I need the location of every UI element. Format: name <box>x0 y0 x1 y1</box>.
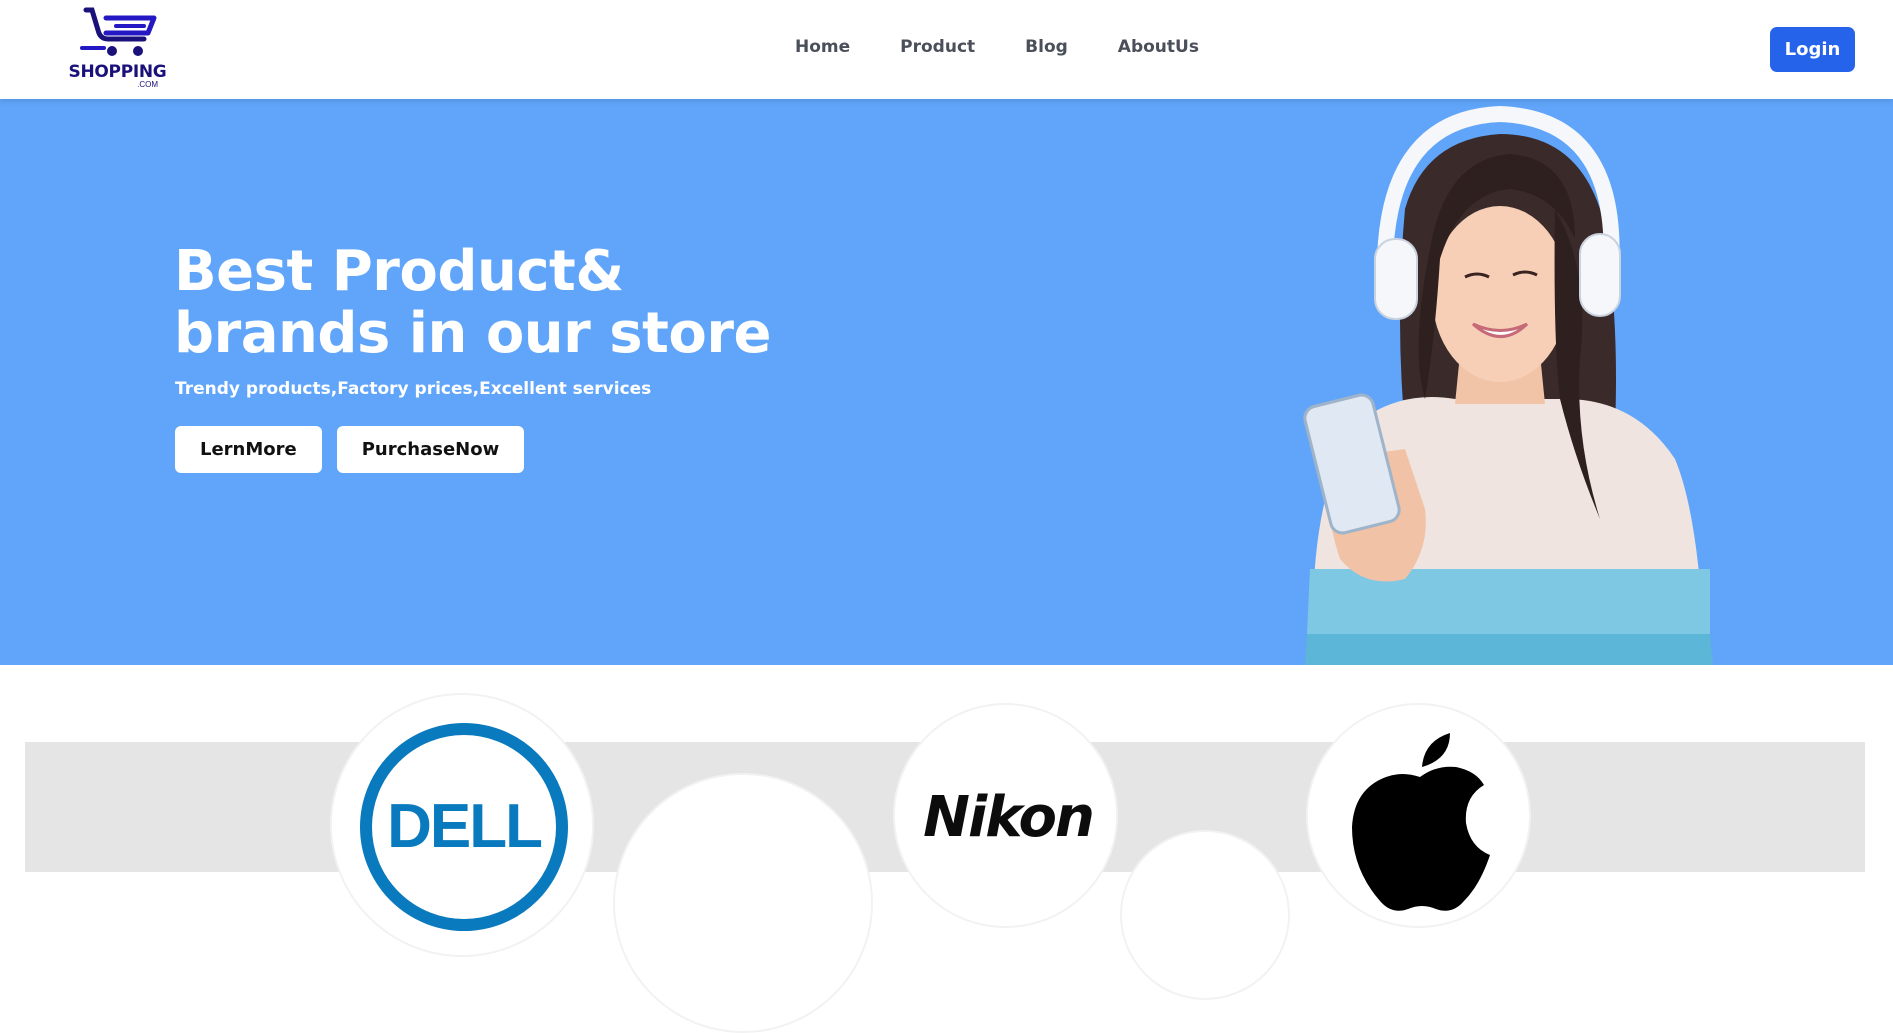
brand-placeholder[interactable] <box>1120 830 1290 1000</box>
logo-suffix: .COM <box>137 80 158 89</box>
dell-logo-icon: DELL <box>360 723 568 931</box>
hero-model-image <box>1303 105 1713 665</box>
hero-title-line-1: Best Product& <box>174 239 624 304</box>
brand-placeholder[interactable] <box>613 773 873 1033</box>
brand-dell[interactable]: DELL <box>330 693 594 957</box>
site-header: SHOPPING .COM Home Product Blog AboutUs … <box>0 0 1893 99</box>
nav-blog[interactable]: Blog <box>1025 37 1068 57</box>
purchase-now-button[interactable]: PurchaseNow <box>336 426 525 473</box>
hero-banner: Best Product& brands in our store Trendy… <box>0 99 1893 665</box>
main-nav: Home Product Blog AboutUs <box>795 37 1199 57</box>
brand-nikon[interactable]: Nikon <box>893 703 1118 928</box>
apple-logo-icon <box>1352 733 1490 911</box>
hero-subtitle: Trendy products,Factory prices,Excellent… <box>175 379 652 399</box>
brand-apple[interactable] <box>1306 703 1531 928</box>
shopping-cart-icon <box>79 7 156 56</box>
learn-more-button[interactable]: LernMore <box>175 426 322 473</box>
hero-title-line-2: brands in our store <box>174 301 771 366</box>
nikon-logo-icon: Nikon <box>923 785 1095 850</box>
logo-wordmark: SHOPPING <box>68 62 167 82</box>
svg-text:DELL: DELL <box>387 792 541 861</box>
shopping-logo[interactable]: SHOPPING .COM <box>60 6 175 92</box>
hero-actions: LernMore PurchaseNow <box>175 426 525 473</box>
login-button[interactable]: Login <box>1770 27 1855 72</box>
nav-product[interactable]: Product <box>900 37 975 57</box>
nav-aboutus[interactable]: AboutUs <box>1118 37 1199 57</box>
nav-home[interactable]: Home <box>795 37 850 57</box>
hero-title: Best Product& brands in our store <box>174 241 874 365</box>
